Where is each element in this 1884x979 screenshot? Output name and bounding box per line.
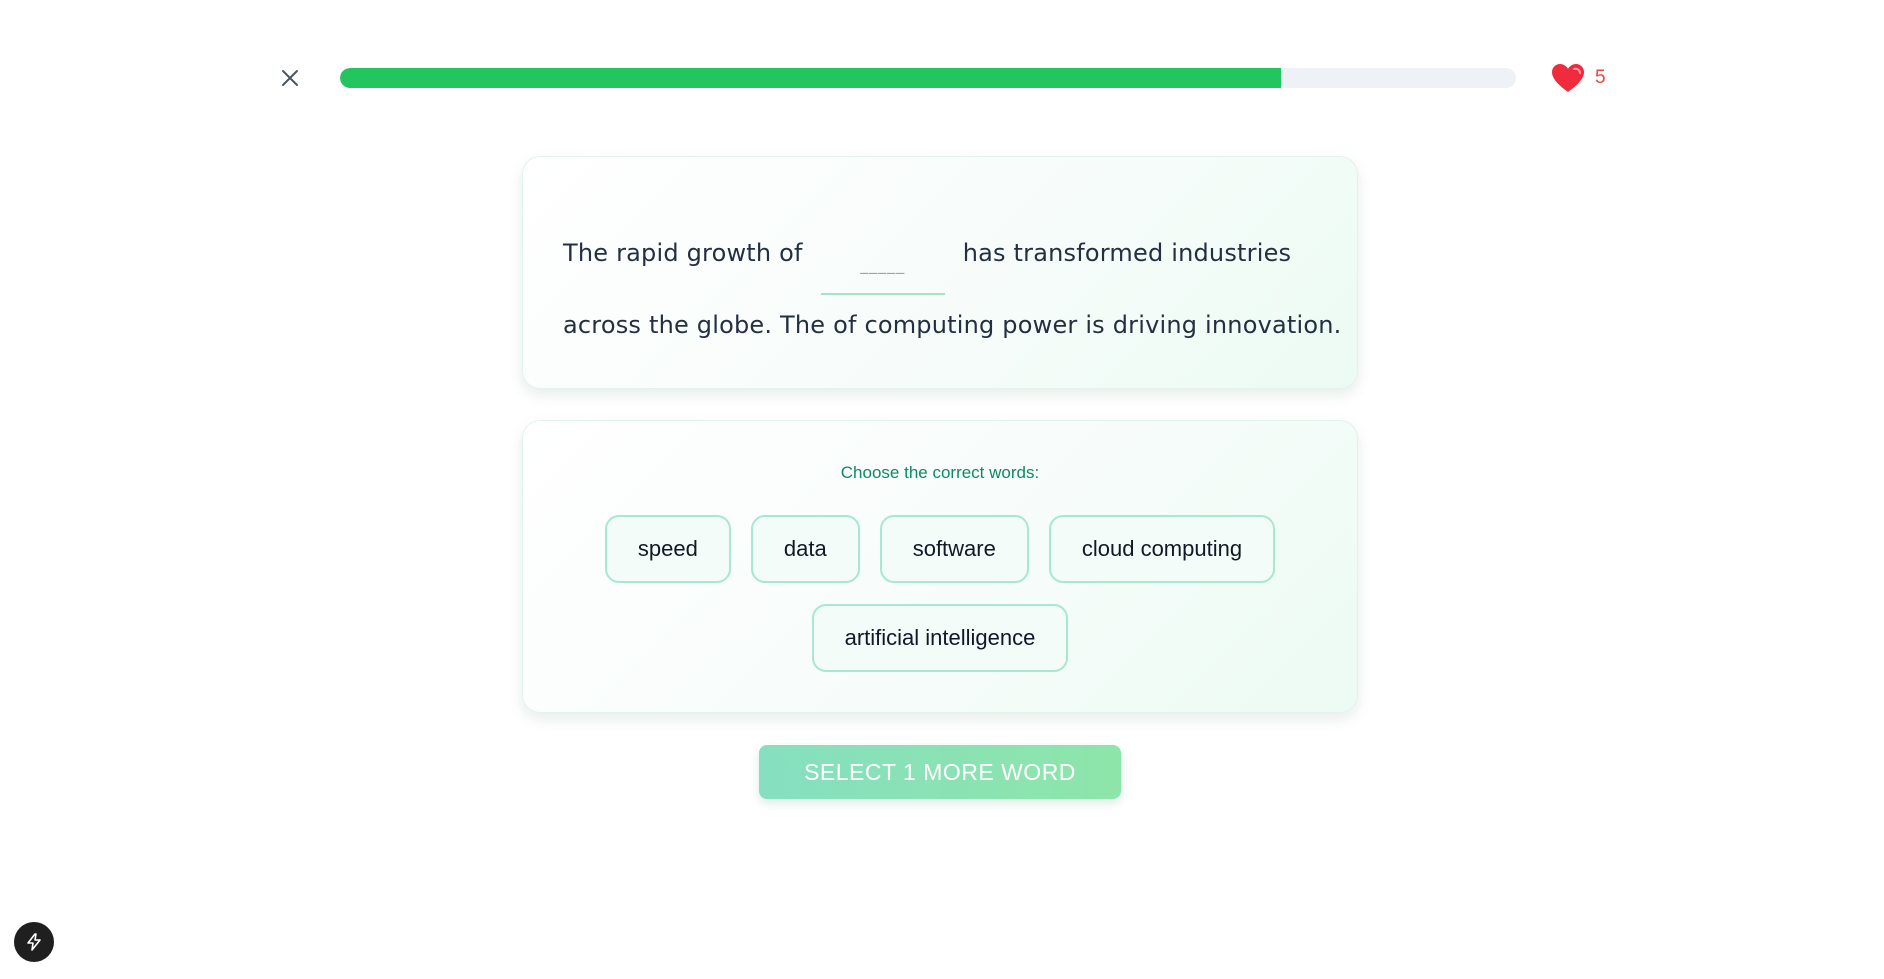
answer-blank[interactable]: _____ [820,233,945,295]
hearts-counter: 5 [1551,60,1606,96]
close-button[interactable] [276,64,304,92]
word-option-artificial-intelligence[interactable]: artificial intelligence [811,604,1069,672]
progress-bar [340,68,1516,88]
word-option-speed[interactable]: speed [604,515,731,583]
blank-underline [820,293,945,295]
word-bank-card: Choose the correct words: speed data sof… [522,420,1358,713]
word-bank-row-2: artificial intelligence [523,604,1357,672]
sentence-card: The rapid growth of _____ has transforme… [522,156,1358,389]
hearts-count: 5 [1595,67,1606,88]
lesson-header: 5 [0,60,1884,96]
progress-fill [340,68,1281,88]
blank-placeholder: _____ [860,255,906,274]
word-bank-row-1: speed data software cloud computing [523,515,1357,583]
sentence-part-2: has transformed industries [962,239,1292,267]
close-icon [282,70,298,86]
heart-icon [1552,64,1584,92]
word-bank-prompt: Choose the correct words: [840,463,1040,482]
sentence-part-1: The rapid growth of [563,239,803,267]
quick-action-button[interactable] [14,922,54,962]
submit-button[interactable]: SELECT 1 MORE WORD [759,745,1121,799]
sentence-line-1: The rapid growth of _____ has transforme… [563,233,1292,295]
word-option-cloud-computing[interactable]: cloud computing [1048,515,1276,583]
word-option-software[interactable]: software [879,515,1029,583]
word-option-data[interactable]: data [750,515,860,583]
sentence-line-2: across the globe. The of computing power… [563,311,1342,339]
lightning-icon [27,933,41,951]
